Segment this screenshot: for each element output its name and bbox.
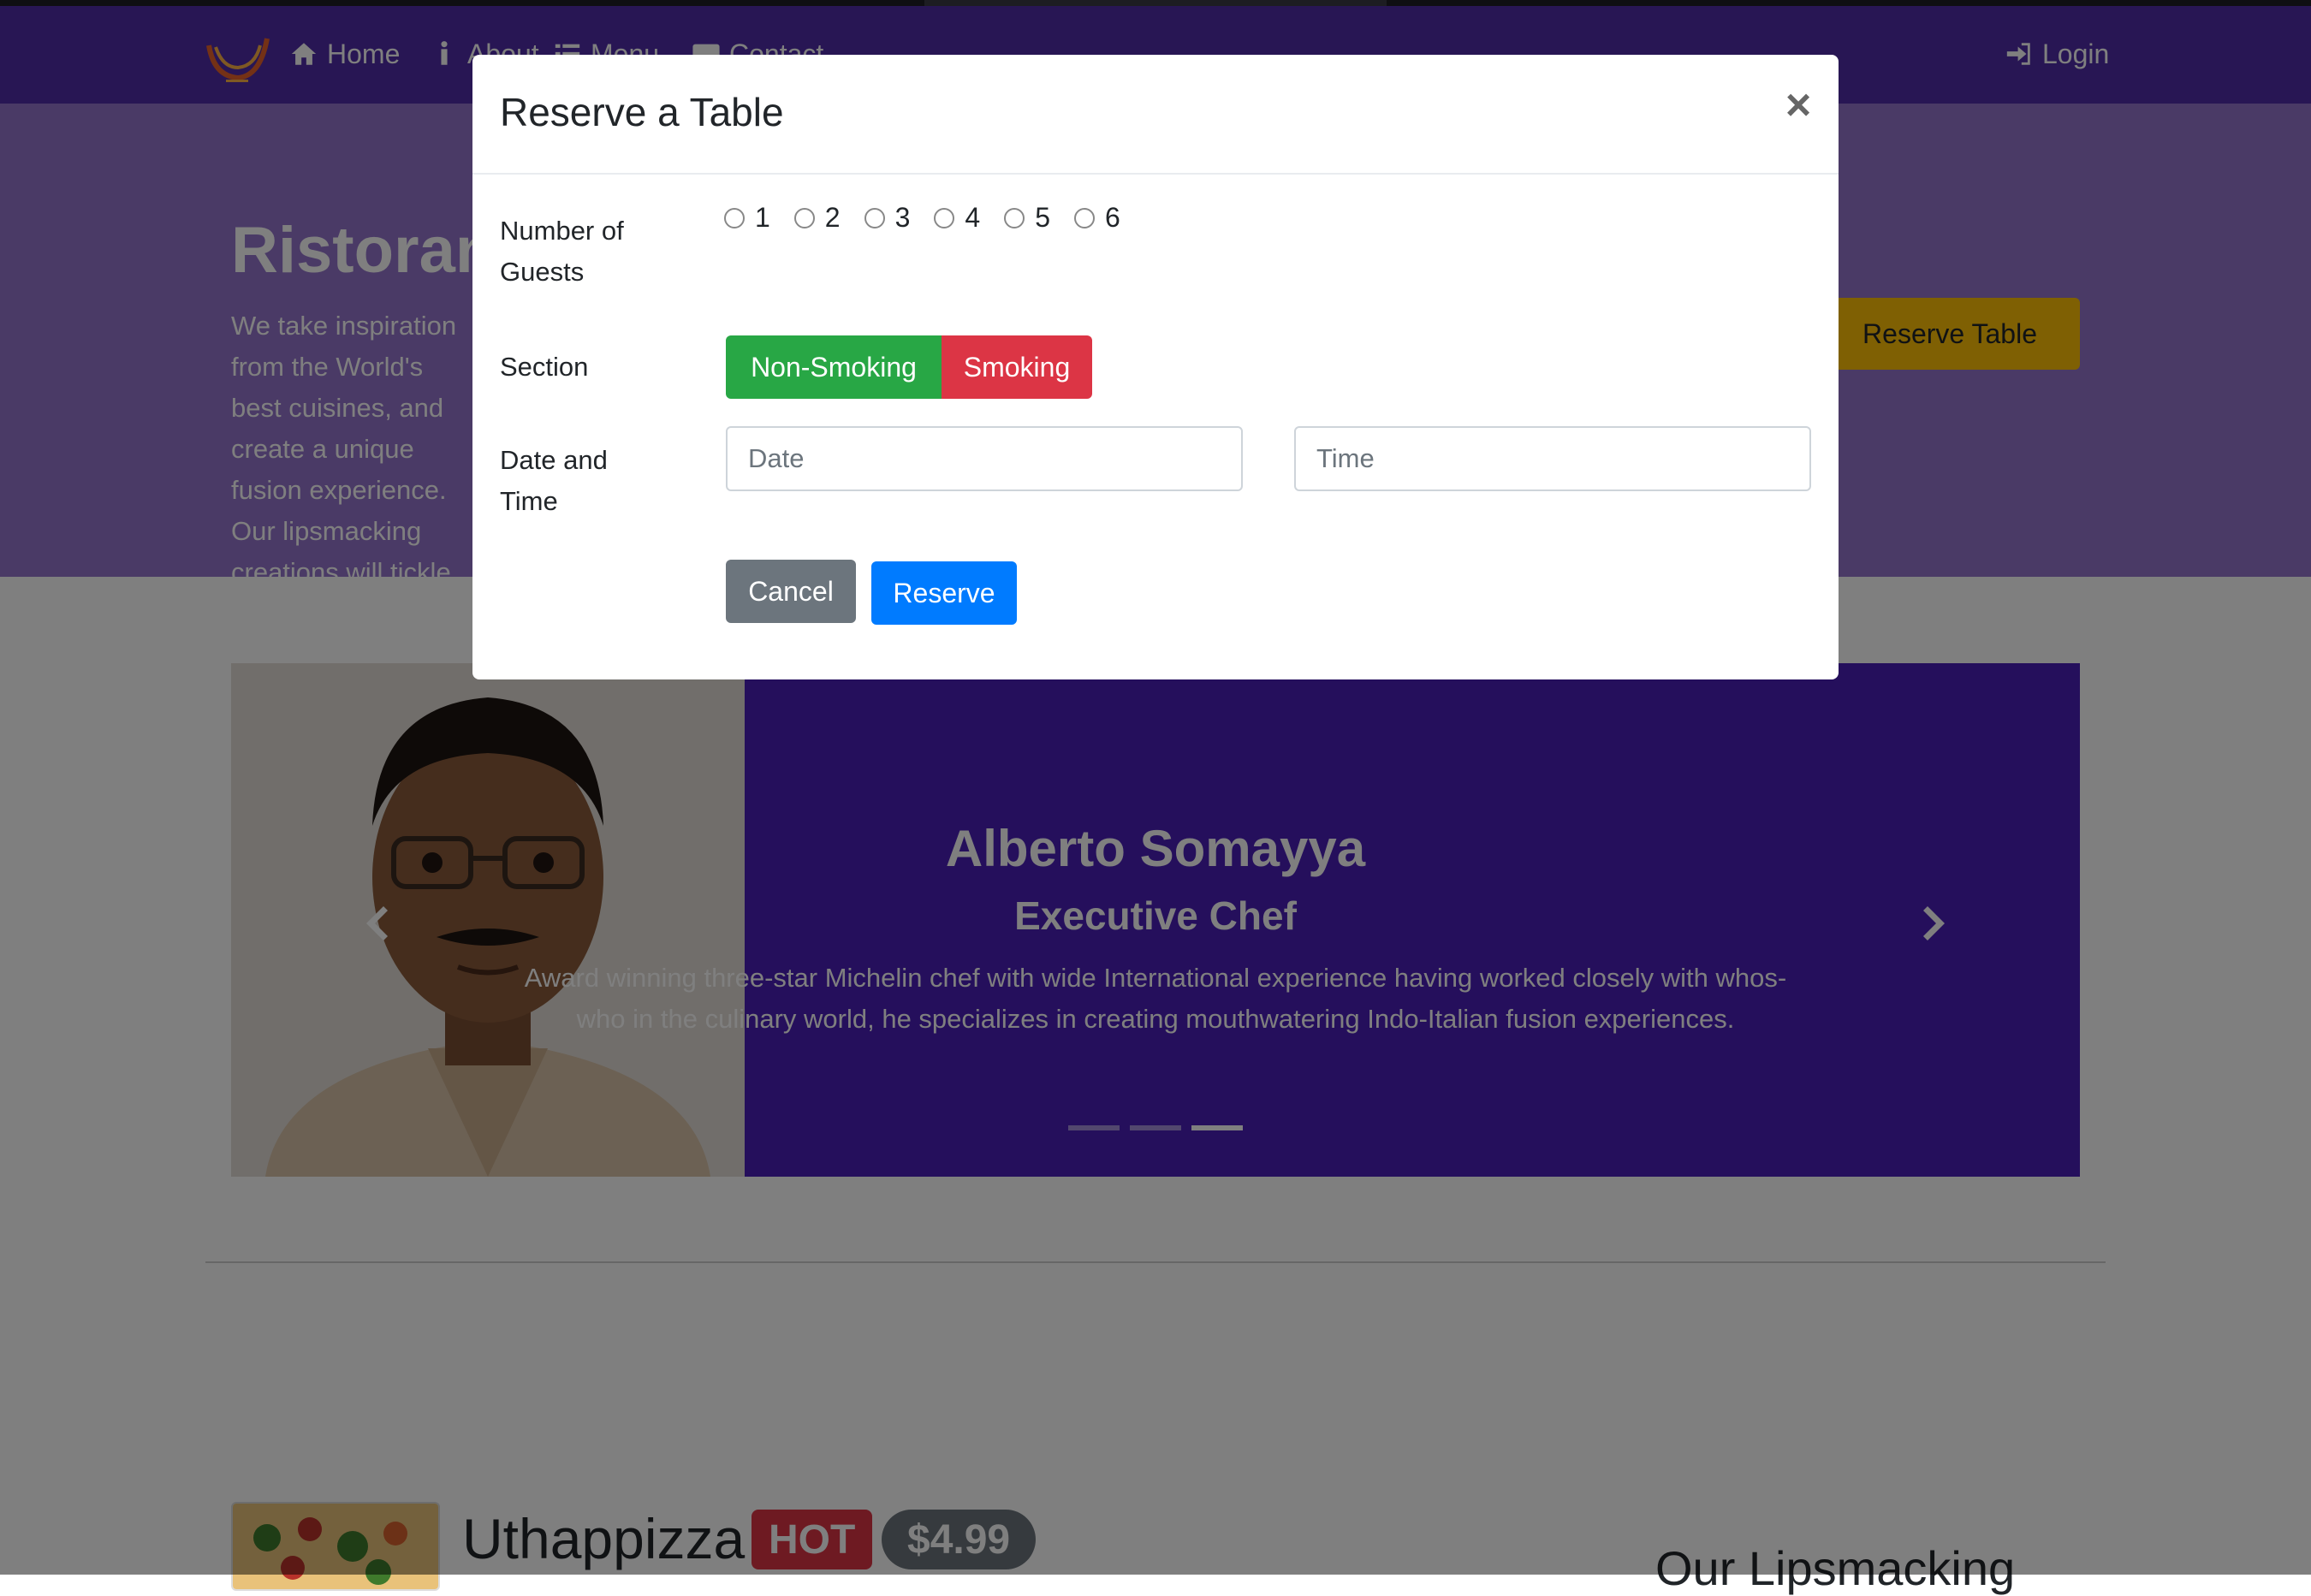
radio-button[interactable] <box>724 207 745 228</box>
non-smoking-button[interactable]: Non-Smoking <box>726 335 942 399</box>
radio-button[interactable] <box>934 207 955 228</box>
guests-option-3[interactable]: 3 <box>864 202 911 234</box>
reserve-button[interactable]: Reserve <box>871 561 1017 625</box>
datetime-label: Date and Time <box>500 445 608 516</box>
date-input[interactable] <box>726 426 1243 491</box>
time-input[interactable] <box>1294 426 1811 491</box>
guests-label: Number of Guests <box>500 216 624 287</box>
guests-option-2[interactable]: 2 <box>793 202 841 234</box>
modal-title: Reserve a Table <box>500 90 784 134</box>
close-button[interactable]: × <box>1777 83 1820 128</box>
radio-label: 5 <box>1035 202 1050 233</box>
radio-label: 2 <box>824 202 841 233</box>
guests-option-5[interactable]: 5 <box>1004 202 1050 234</box>
cancel-button[interactable]: Cancel <box>726 560 856 623</box>
radio-button[interactable] <box>1004 207 1025 228</box>
reserve-modal: Reserve a Table × Number of Guests 1 2 3… <box>472 55 1839 679</box>
radio-label: 6 <box>1104 202 1120 233</box>
radio-label: 3 <box>894 202 911 233</box>
guests-option-6[interactable]: 6 <box>1073 202 1120 234</box>
section-label: Section <box>500 352 589 382</box>
radio-button[interactable] <box>864 207 885 228</box>
radio-button[interactable] <box>1073 207 1095 228</box>
guests-option-4[interactable]: 4 <box>934 202 980 234</box>
radio-button[interactable] <box>793 207 815 228</box>
radio-label: 1 <box>755 202 770 233</box>
guests-radio-group: 1 2 3 4 5 6 <box>724 202 1144 234</box>
radio-label: 4 <box>965 202 981 233</box>
smoking-button[interactable]: Smoking <box>942 335 1092 399</box>
guests-option-1[interactable]: 1 <box>724 202 770 234</box>
modal-header: Reserve a Table × <box>472 55 1839 175</box>
